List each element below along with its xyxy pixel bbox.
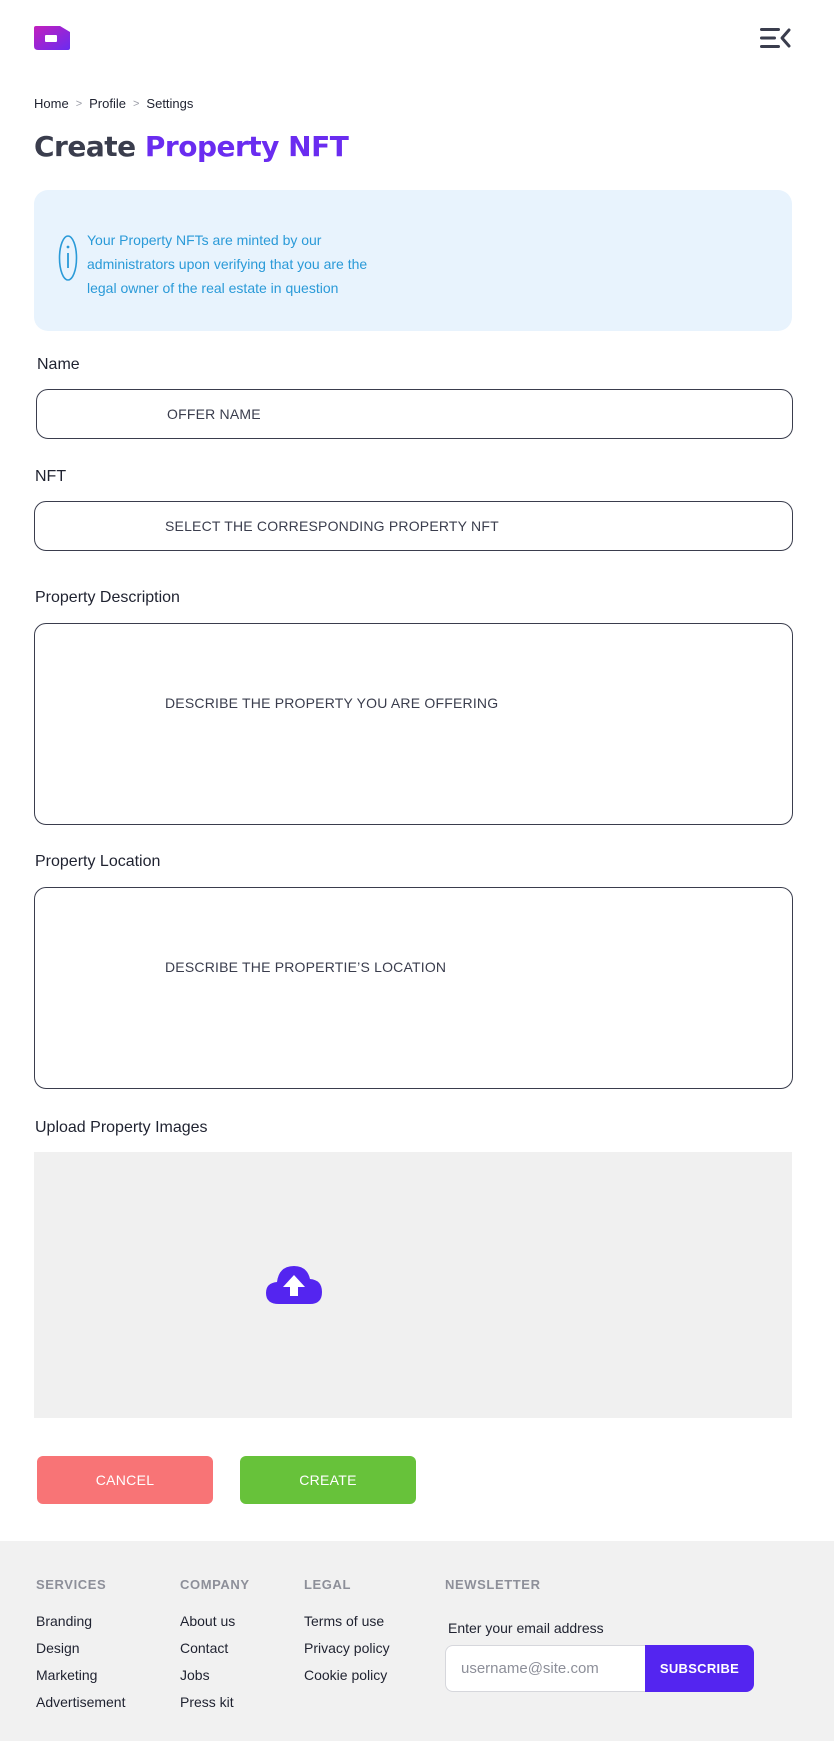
breadcrumb-home[interactable]: Home — [34, 96, 69, 111]
page-title: Create Property NFT — [34, 130, 349, 163]
newsletter-email-input[interactable]: username@site.com — [445, 1645, 646, 1692]
breadcrumb: Home > Profile > Settings — [34, 96, 193, 111]
footer-link-contact[interactable]: Contact — [180, 1640, 228, 1656]
description-textarea[interactable]: DESCRIBE THE PROPERTY YOU ARE OFFERING — [34, 623, 793, 825]
breadcrumb-settings[interactable]: Settings — [146, 96, 193, 111]
footer-company-heading: COMPANY — [180, 1577, 250, 1592]
menu-collapse-icon[interactable] — [758, 24, 792, 52]
nft-select[interactable]: SELECT THE CORRESPONDING PROPERTY NFT — [34, 501, 793, 551]
footer-newsletter-heading: NEWSLETTER — [445, 1577, 541, 1592]
footer-link-advertisement[interactable]: Advertisement — [36, 1694, 125, 1710]
breadcrumb-profile[interactable]: Profile — [89, 96, 126, 111]
description-placeholder: DESCRIBE THE PROPERTY YOU ARE OFFERING — [165, 695, 499, 711]
footer-link-about-us[interactable]: About us — [180, 1613, 235, 1629]
page-title-highlight: Property NFT — [144, 130, 349, 163]
footer-link-marketing[interactable]: Marketing — [36, 1667, 97, 1683]
offer-name-placeholder: OFFER NAME — [167, 406, 261, 422]
page-title-prefix: Create — [34, 130, 136, 163]
cloud-upload-icon[interactable] — [265, 1262, 323, 1306]
breadcrumb-separator: > — [132, 97, 140, 110]
cancel-button[interactable]: CANCEL — [37, 1456, 213, 1504]
name-label: Name — [37, 356, 80, 373]
footer: SERVICES Branding Design Marketing Adver… — [0, 1541, 834, 1741]
info-notice: Your Property NFTs are minted by our adm… — [34, 190, 792, 331]
offer-name-input[interactable]: OFFER NAME — [36, 389, 793, 439]
info-icon — [58, 234, 78, 282]
nft-label: NFT — [35, 468, 67, 485]
logo-icon[interactable] — [34, 26, 70, 50]
newsletter-email-placeholder: username@site.com — [461, 1660, 599, 1677]
breadcrumb-separator: > — [75, 97, 83, 110]
location-placeholder: DESCRIBE THE PROPERTIE’S LOCATION — [165, 959, 447, 975]
footer-link-jobs[interactable]: Jobs — [180, 1667, 210, 1683]
nft-select-placeholder: SELECT THE CORRESPONDING PROPERTY NFT — [165, 518, 499, 534]
footer-link-design[interactable]: Design — [36, 1640, 80, 1656]
footer-link-branding[interactable]: Branding — [36, 1613, 92, 1629]
location-label: Property Location — [35, 853, 161, 870]
subscribe-button[interactable]: SUBSCRIBE — [645, 1645, 754, 1692]
footer-legal-heading: LEGAL — [304, 1577, 352, 1592]
create-button[interactable]: CREATE — [240, 1456, 416, 1504]
description-label: Property Description — [35, 589, 180, 606]
footer-link-privacy[interactable]: Privacy policy — [304, 1640, 390, 1656]
newsletter-email-label: Enter your email address — [448, 1620, 604, 1636]
upload-label: Upload Property Images — [35, 1119, 208, 1136]
location-textarea[interactable]: DESCRIBE THE PROPERTIE’S LOCATION — [34, 887, 793, 1089]
info-text: Your Property NFTs are minted by our adm… — [87, 232, 368, 296]
image-upload-dropzone[interactable] — [34, 1152, 792, 1418]
footer-link-terms[interactable]: Terms of use — [304, 1613, 384, 1629]
footer-services-heading: SERVICES — [36, 1577, 107, 1592]
footer-link-press-kit[interactable]: Press kit — [180, 1694, 234, 1710]
footer-link-cookie[interactable]: Cookie policy — [304, 1667, 387, 1683]
